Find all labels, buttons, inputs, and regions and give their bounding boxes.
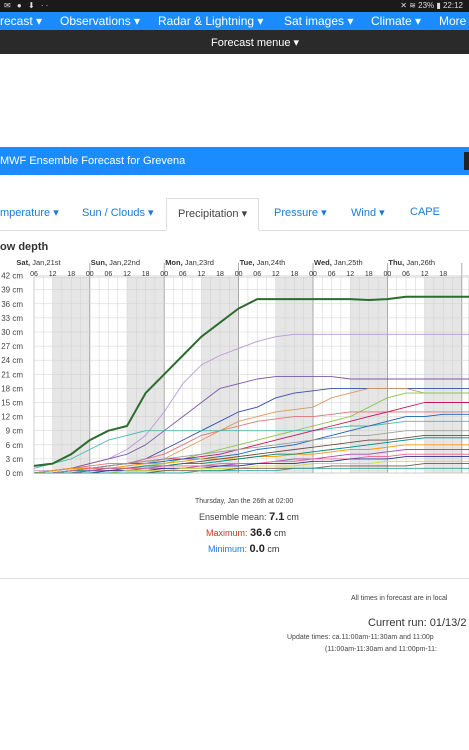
nav-item-forecast[interactable]: recast ▾ bbox=[0, 14, 42, 28]
forecast-banner: MWF Ensemble Forecast for Grevena bbox=[0, 147, 469, 175]
tab-precipitation[interactable]: Precipitation ▾ bbox=[166, 198, 260, 231]
ensemble-mean-unit: cm bbox=[286, 512, 299, 522]
forecast-tabs: mperature ▾ Sun / Clouds ▾ Precipitation… bbox=[0, 198, 469, 231]
minimum-label: Minimum: bbox=[208, 544, 248, 554]
tab-cape[interactable]: CAPE bbox=[410, 206, 440, 218]
banner-edge-button[interactable] bbox=[464, 152, 469, 170]
y-tick-label: 9 cm bbox=[6, 427, 24, 436]
nav-item-more[interactable]: More bbox=[439, 14, 466, 28]
y-tick-label: 6 cm bbox=[6, 441, 24, 450]
y-tick-label: 42 cm bbox=[1, 272, 23, 281]
forecast-banner-title: MWF Ensemble Forecast for Grevena bbox=[0, 155, 186, 167]
timezone-note: All times in forecast are in local bbox=[351, 595, 448, 602]
main-navigation: recast ▾ Observations ▾ Radar & Lightnin… bbox=[0, 12, 469, 30]
nav-item-radar-lightning[interactable]: Radar & Lightning ▾ bbox=[158, 14, 263, 28]
y-tick-label: 27 cm bbox=[1, 342, 23, 351]
ensemble-mean-label: Ensemble mean: bbox=[199, 512, 267, 522]
y-tick-label: 15 cm bbox=[1, 399, 23, 408]
nav-item-observations[interactable]: Observations ▾ bbox=[60, 14, 140, 28]
day-label: Sun, Jan,22nd bbox=[91, 258, 140, 267]
forecast-submenu: Forecast menue ▾ bbox=[0, 30, 469, 54]
maximum-value: 36.6 bbox=[250, 527, 272, 539]
nav-item-climate[interactable]: Climate ▾ bbox=[371, 14, 421, 28]
day-label: Mon, Jan,23rd bbox=[165, 258, 214, 267]
tab-temperature[interactable]: mperature ▾ bbox=[0, 206, 59, 219]
maximum-unit: cm bbox=[273, 528, 286, 538]
maximum-label: Maximum: bbox=[206, 528, 248, 538]
y-tick-label: 39 cm bbox=[1, 286, 23, 295]
y-tick-label: 21 cm bbox=[1, 370, 23, 379]
status-icons-right: ✕ ≋ 23% ▮ 22:12 bbox=[400, 1, 463, 10]
forecast-menu-dropdown[interactable]: Forecast menue ▾ bbox=[211, 36, 299, 49]
y-tick-label: 24 cm bbox=[1, 356, 23, 365]
tab-sun-clouds[interactable]: Sun / Clouds ▾ bbox=[82, 206, 154, 219]
y-tick-label: 3 cm bbox=[6, 455, 24, 464]
tab-pressure[interactable]: Pressure ▾ bbox=[274, 206, 327, 219]
status-icons-left: ✉ ● ⬇ ·· bbox=[4, 1, 51, 10]
status-bar: ✉ ● ⬇ ·· ✕ ≋ 23% ▮ 22:12 bbox=[0, 0, 469, 12]
day-label: Tue, Jan,24th bbox=[240, 258, 286, 267]
update-times: Update times: ca.11:00am-11:30am and 11:… bbox=[287, 634, 434, 641]
ensemble-mean-value: 7.1 bbox=[269, 511, 285, 523]
minimum-row: Minimum: 0.0 cm bbox=[208, 543, 279, 555]
tab-wind[interactable]: Wind ▾ bbox=[351, 206, 385, 219]
y-tick-label: 33 cm bbox=[1, 314, 23, 323]
minimum-value: 0.0 bbox=[249, 543, 265, 555]
day-label: Thu, Jan,26th bbox=[388, 258, 435, 267]
day-label: Wed, Jan,25th bbox=[314, 258, 363, 267]
y-tick-label: 18 cm bbox=[1, 384, 23, 393]
update-times-detail: (11:00am-11:30am and 11:00pm-11: bbox=[325, 646, 437, 653]
maximum-row: Maximum: 36.6 cm bbox=[206, 527, 286, 539]
nav-item-sat-images[interactable]: Sat images ▾ bbox=[284, 14, 353, 28]
tooltip-time: Thursday, Jan the 26th at 02:00 bbox=[195, 498, 294, 505]
ensemble-mean-row: Ensemble mean: 7.1 cm bbox=[199, 511, 299, 523]
current-run: Current run: 01/13/2 bbox=[368, 617, 467, 629]
y-tick-label: 12 cm bbox=[1, 413, 23, 422]
snow-depth-chart[interactable]: 0 cm 3 cm 6 cm 9 cm 12 cm 15 cm 18 cm 21 cm 24 c… bbox=[0, 255, 469, 480]
chart-title: ow depth bbox=[0, 241, 49, 253]
y-tick-label: 0 cm bbox=[6, 469, 24, 478]
divider bbox=[0, 578, 469, 579]
day-label: Sat, Jan,21st bbox=[16, 258, 61, 267]
minimum-unit: cm bbox=[267, 544, 280, 554]
y-tick-label: 36 cm bbox=[1, 300, 23, 309]
y-tick-label: 30 cm bbox=[1, 328, 23, 337]
